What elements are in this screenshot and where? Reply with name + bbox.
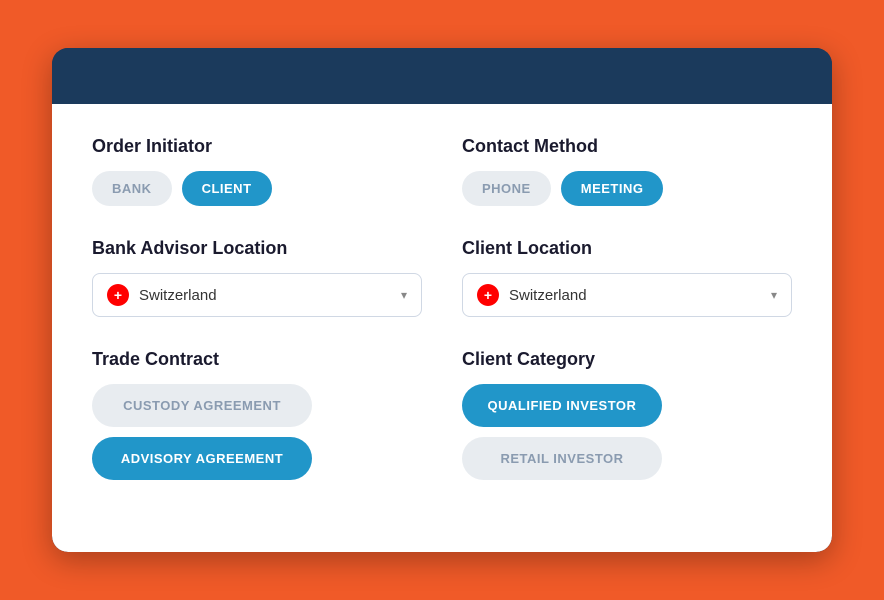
- bank-advisor-location-section: Bank Advisor Location + Switzerland ▾: [92, 238, 422, 317]
- retail-investor-button[interactable]: RETAIL INVESTOR: [462, 437, 662, 480]
- advisory-agreement-button[interactable]: ADVISORY AGREEMENT: [92, 437, 312, 480]
- contact-method-title: Contact Method: [462, 136, 792, 157]
- order-initiator-title: Order Initiator: [92, 136, 422, 157]
- client-location-section: Client Location + Switzerland ▾: [462, 238, 792, 317]
- bank-advisor-location-value: Switzerland: [139, 287, 391, 304]
- bank-advisor-location-dropdown[interactable]: + Switzerland ▾: [92, 273, 422, 317]
- bank-button[interactable]: BANK: [92, 171, 172, 206]
- contact-method-section: Contact Method PHONE MEETING: [462, 136, 792, 206]
- client-location-value: Switzerland: [509, 287, 761, 304]
- client-category-section: Client Category QUALIFIED INVESTOR RETAI…: [462, 349, 792, 480]
- contact-method-button-group: PHONE MEETING: [462, 171, 792, 206]
- trade-contract-buttons: CUSTODY AGREEMENT ADVISORY AGREEMENT: [92, 384, 422, 480]
- card-header: [52, 48, 832, 104]
- card-body: Order Initiator BANK CLIENT Contact Meth…: [52, 104, 832, 552]
- client-category-buttons: QUALIFIED INVESTOR RETAIL INVESTOR: [462, 384, 792, 480]
- qualified-investor-button[interactable]: QUALIFIED INVESTOR: [462, 384, 662, 427]
- phone-button[interactable]: PHONE: [462, 171, 551, 206]
- client-location-title: Client Location: [462, 238, 792, 259]
- dropdown-arrow-1: ▾: [401, 288, 407, 302]
- client-category-title: Client Category: [462, 349, 792, 370]
- switzerland-flag-1: +: [107, 284, 129, 306]
- outer-card: Order Initiator BANK CLIENT Contact Meth…: [52, 48, 832, 552]
- dropdown-arrow-2: ▾: [771, 288, 777, 302]
- trade-contract-title: Trade Contract: [92, 349, 422, 370]
- client-button[interactable]: CLIENT: [182, 171, 272, 206]
- meeting-button[interactable]: MEETING: [561, 171, 664, 206]
- client-location-dropdown[interactable]: + Switzerland ▾: [462, 273, 792, 317]
- trade-contract-section: Trade Contract CUSTODY AGREEMENT ADVISOR…: [92, 349, 422, 480]
- order-initiator-button-group: BANK CLIENT: [92, 171, 422, 206]
- flag-cross-1: +: [114, 288, 122, 302]
- flag-cross-2: +: [484, 288, 492, 302]
- switzerland-flag-2: +: [477, 284, 499, 306]
- custody-agreement-button[interactable]: CUSTODY AGREEMENT: [92, 384, 312, 427]
- bank-advisor-location-title: Bank Advisor Location: [92, 238, 422, 259]
- order-initiator-section: Order Initiator BANK CLIENT: [92, 136, 422, 206]
